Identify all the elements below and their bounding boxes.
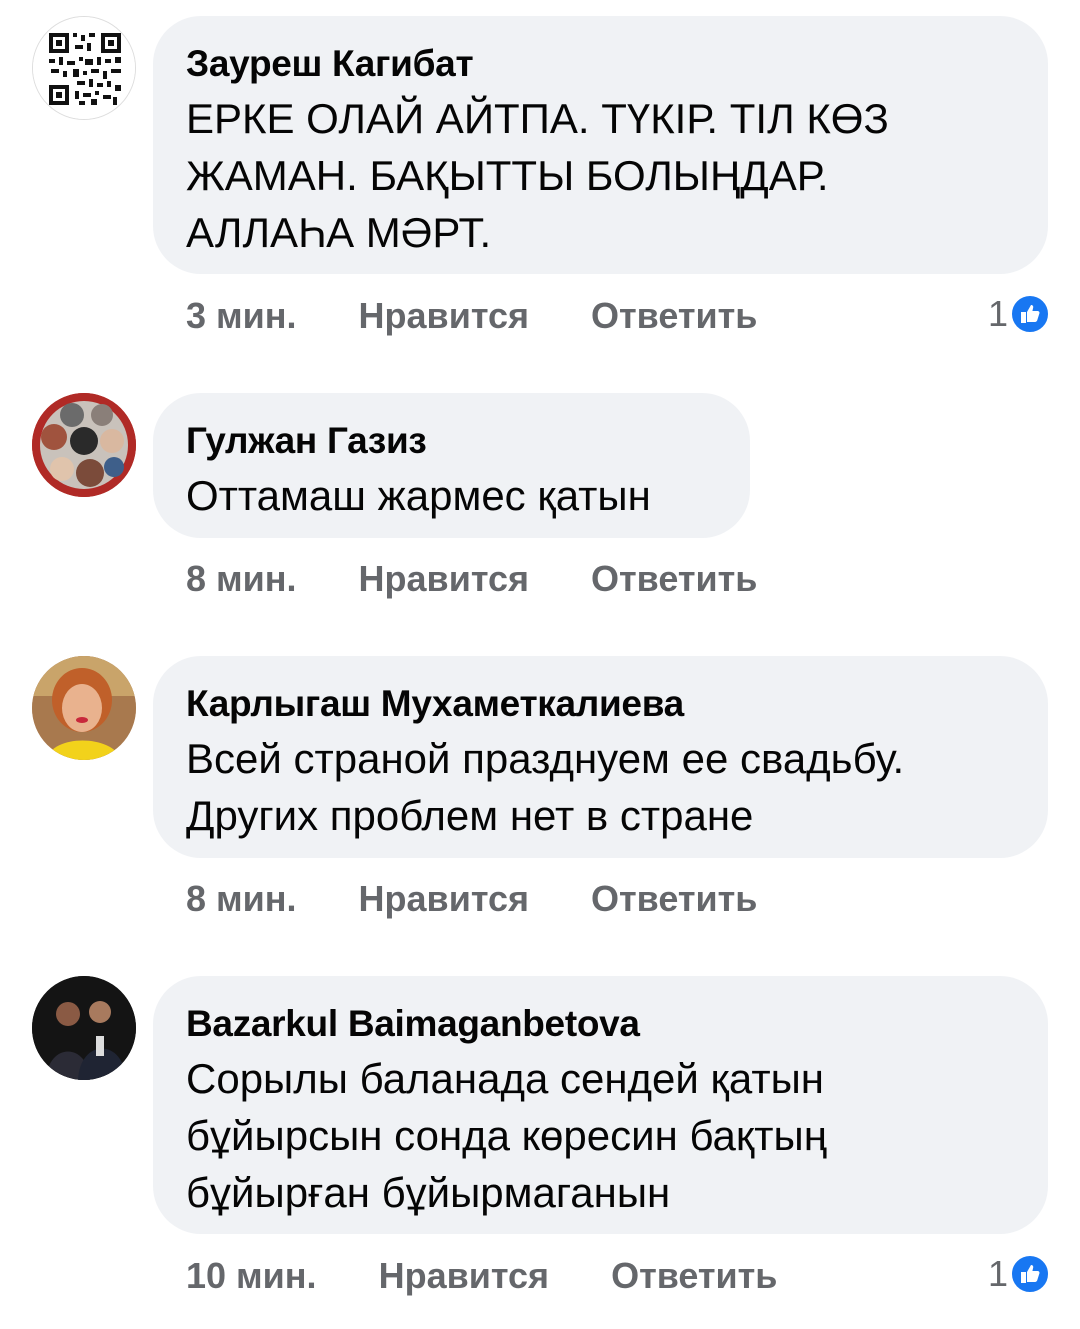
comment-timestamp[interactable]: 10 мин. xyxy=(186,1254,317,1298)
comment-text-line: АЛЛАҺА МӘРТ. xyxy=(186,209,492,256)
like-icon xyxy=(1010,294,1050,334)
comment-author[interactable]: Карлыгаш Мухаметкалиева xyxy=(186,682,1014,726)
reply-button[interactable]: Ответить xyxy=(591,877,757,921)
comment-actions: 10 мин. Нравится Ответить xyxy=(186,1254,829,1298)
comment-text-line: Сорылы баланада сендей қатын xyxy=(186,1055,824,1102)
comment-text-line: Всей страной празднуем ее свадьбу. xyxy=(186,735,905,782)
comment-actions: 3 мин. Нравится Ответить xyxy=(186,294,809,338)
comment-author[interactable]: Гулжан Газиз xyxy=(186,419,716,463)
comment-text-line: бұйырсын сонда көресин бақтың xyxy=(186,1112,827,1159)
comment-text-line: Оттамаш жармес қатын xyxy=(186,472,651,519)
avatar-photo-icon xyxy=(32,976,136,1080)
comment-text: ЕРКЕ ОЛАЙ АЙТПА. ТҮКІР. ТІЛ КӨЗ ЖАМАН. Б… xyxy=(186,90,1014,261)
like-button[interactable]: Нравится xyxy=(359,294,529,338)
like-button[interactable]: Нравится xyxy=(359,877,529,921)
reply-button[interactable]: Ответить xyxy=(591,294,757,338)
comment-text: Всей страной празднуем ее свадьбу. Други… xyxy=(186,730,1014,844)
comment-timestamp[interactable]: 8 мин. xyxy=(186,557,297,601)
comment-text-line: Других проблем нет в стране xyxy=(186,792,754,839)
comment-text-line: ЖАМАН. БАҚЫТТЫ БОЛЫҢДАР. xyxy=(186,152,829,199)
reaction-count: 1 xyxy=(987,1253,1008,1294)
comment-text-line: бұйырған бұйырмаганын xyxy=(186,1169,671,1216)
comment-actions: 8 мин. Нравится Ответить xyxy=(186,557,809,601)
avatar-photo[interactable] xyxy=(32,656,136,760)
like-button[interactable]: Нравится xyxy=(359,557,529,601)
reaction-count: 1 xyxy=(987,293,1008,334)
comment-bubble: Bazarkul Baimaganbetova Сорылы баланада … xyxy=(153,976,1048,1234)
like-icon xyxy=(1010,1254,1050,1294)
avatar-photo-icon xyxy=(32,393,136,497)
avatar-collage[interactable] xyxy=(32,393,136,497)
avatar-qr-code[interactable] xyxy=(32,16,136,120)
reaction-summary[interactable]: 1 xyxy=(988,1252,1050,1296)
comment-author[interactable]: Зауреш Кагибат xyxy=(186,42,1014,86)
qr-code-icon xyxy=(33,17,135,119)
comment-bubble: Зауреш Кагибат ЕРКЕ ОЛАЙ АЙТПА. ТҮКІР. Т… xyxy=(153,16,1048,274)
comment-author[interactable]: Bazarkul Baimaganbetova xyxy=(186,1002,1014,1046)
avatar-photo-icon xyxy=(32,656,136,760)
comment-text: Сорылы баланада сендей қатын бұйырсын со… xyxy=(186,1050,1014,1221)
avatar-photo[interactable] xyxy=(32,976,136,1080)
comment-actions: 8 мин. Нравится Ответить xyxy=(186,877,809,921)
comment-bubble: Карлыгаш Мухаметкалиева Всей страной пра… xyxy=(153,656,1048,858)
comment-text-line: ЕРКЕ ОЛАЙ АЙТПА. ТҮКІР. ТІЛ КӨЗ xyxy=(186,95,889,142)
comment-timestamp[interactable]: 8 мин. xyxy=(186,877,297,921)
like-button[interactable]: Нравится xyxy=(379,1254,549,1298)
reply-button[interactable]: Ответить xyxy=(611,1254,777,1298)
comment-bubble: Гулжан Газиз Оттамаш жармес қатын xyxy=(153,393,750,538)
reaction-summary[interactable]: 1 xyxy=(988,292,1050,336)
reply-button[interactable]: Ответить xyxy=(591,557,757,601)
comment-timestamp[interactable]: 3 мин. xyxy=(186,294,297,338)
